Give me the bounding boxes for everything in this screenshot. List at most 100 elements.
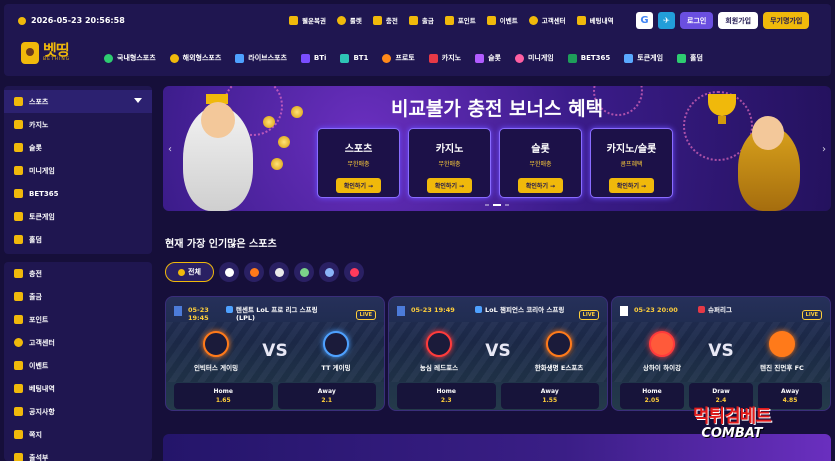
signup-button[interactable]: 회원가입: [718, 12, 759, 29]
sidebar-item-attendance[interactable]: 출석부: [4, 446, 152, 461]
top-link-roulette[interactable]: 룰렛: [336, 15, 362, 25]
sidebar-item-sports[interactable]: 스포츠: [4, 90, 152, 113]
cat-token-game[interactable]: 토큰게임: [624, 53, 663, 63]
odds-row: Home 1.65 Away 2.1: [174, 383, 376, 409]
filter-soccer[interactable]: [219, 262, 239, 282]
points-icon: [14, 315, 23, 324]
coin-icon: [278, 136, 290, 148]
sport-filter-bar: 전체: [165, 262, 364, 282]
filter-hockey[interactable]: [319, 262, 339, 282]
top-link-withdraw[interactable]: 출금: [408, 15, 434, 25]
sidebar-item-token-game[interactable]: 토큰게임: [4, 205, 152, 228]
league-name: 텐센트 LoL 프로 리그 스프링 (LPL): [236, 306, 318, 323]
promo-confirm-button[interactable]: 확인하기 →: [608, 178, 655, 193]
promo-banner[interactable]: 비교불가 충전 보너스 혜택 스포츠 무한매충 확인하기 → 카지노 무한매충 …: [163, 86, 831, 211]
odds-button-away[interactable]: Away 2.1: [277, 383, 376, 409]
odds-button-home[interactable]: Home 1.65: [174, 383, 273, 409]
team-logo-icon: [323, 331, 349, 357]
promo-card-slot[interactable]: 슬롯 무한매충 확인하기 →: [499, 128, 582, 198]
odds-button-home[interactable]: Home 2.3: [397, 383, 496, 409]
pagination-dot[interactable]: [485, 204, 489, 206]
sidebar-account: 충전 출금 포인트 고객센터 이벤트 베팅내역 공지사항 쪽지 출석부: [4, 262, 152, 461]
cat-minigame[interactable]: 미니게임: [514, 53, 554, 63]
banner-pagination: [163, 204, 831, 206]
sidebar-item-bet-history[interactable]: 베팅내역: [4, 377, 152, 400]
megaphone-icon: [14, 407, 23, 416]
auth-area: G ✈ 로그인 회원가입 무기명가입: [636, 12, 810, 29]
top-link-points[interactable]: 포인트: [444, 15, 476, 25]
section-title: 현재 가장 인기많은 스포츠: [165, 239, 277, 250]
cat-bt1[interactable]: BT1: [340, 53, 368, 63]
cat-slot[interactable]: 슬롯: [475, 53, 501, 63]
soccer-ball-icon: [224, 267, 234, 277]
sidebar-item-bet365[interactable]: BET365: [4, 182, 152, 205]
sports-icon: [14, 97, 23, 106]
cat-proto[interactable]: 프로토: [382, 53, 415, 63]
gamepad-icon: [514, 53, 524, 63]
china-flag-icon: [698, 306, 705, 313]
live-badge: LIVE: [801, 310, 822, 320]
sidebar-item-holdem[interactable]: 홀덤: [4, 228, 152, 251]
sidebar-item-slot[interactable]: 슬롯: [4, 136, 152, 159]
promo-confirm-button[interactable]: 확인하기 →: [426, 178, 473, 193]
logo-mascot-icon: [21, 42, 39, 64]
filter-esports[interactable]: [344, 262, 364, 282]
calendar-icon: [14, 453, 23, 461]
sidebar-item-minigame[interactable]: 미니게임: [4, 159, 152, 182]
promo-card-casino-slot[interactable]: 카지노/슬롯 콤프혜택 확인하기 →: [590, 128, 673, 198]
gamepad-icon: [14, 166, 23, 175]
bet365-icon: [14, 189, 23, 198]
promo-confirm-button[interactable]: 확인하기 →: [517, 178, 564, 193]
sidebar-item-points[interactable]: 포인트: [4, 308, 152, 331]
pagination-dot[interactable]: [505, 204, 509, 206]
filter-baseball[interactable]: [269, 262, 289, 282]
all-icon: [178, 268, 186, 276]
sidebar-item-support[interactable]: 고객센터: [4, 331, 152, 354]
sidebar-item-withdraw[interactable]: 출금: [4, 285, 152, 308]
anonymous-signup-button[interactable]: 무기명가입: [763, 12, 810, 29]
promo-card-sports[interactable]: 스포츠 무한매충 확인하기 →: [317, 128, 400, 198]
match-card[interactable]: 05-23 19:45 텐센트 LoL 프로 리그 스프링 (LPL) LIVE…: [165, 296, 385, 411]
pagination-dot-active[interactable]: [493, 204, 501, 206]
headset-icon: [528, 15, 538, 25]
promo-card-casino[interactable]: 카지노 무한매충 확인하기 →: [408, 128, 491, 198]
sidebar-item-messages[interactable]: 쪽지: [4, 423, 152, 446]
cat-holdem[interactable]: 홀덤: [677, 53, 703, 63]
cat-bet365[interactable]: BET365: [567, 53, 610, 63]
promo-confirm-button[interactable]: 확인하기 →: [335, 178, 382, 193]
roulette-icon: [336, 15, 346, 25]
top-link-events[interactable]: 이벤트: [486, 15, 518, 25]
cat-domestic-sports[interactable]: 국내형스포츠: [104, 53, 156, 63]
sidebar-item-events[interactable]: 이벤트: [4, 354, 152, 377]
points-icon: [444, 15, 454, 25]
cat-casino[interactable]: 카지노: [428, 53, 461, 63]
site-logo[interactable]: 벳띵 BETHING: [21, 42, 70, 64]
away-team: 한화생명 E스포츠: [524, 331, 594, 372]
filter-all-button[interactable]: 전체: [165, 262, 214, 282]
away-team: TT 게이밍: [301, 331, 371, 372]
sidebar-item-notice[interactable]: 공지사항: [4, 400, 152, 423]
filter-volleyball[interactable]: [294, 262, 314, 282]
match-card[interactable]: 05-23 20:00 슈퍼리그 LIVE 상하이 하이강 VS 텐진 진먼후 …: [611, 296, 831, 411]
google-login-button[interactable]: G: [636, 12, 653, 29]
banner-prev-arrow[interactable]: ‹: [168, 144, 172, 155]
away-team: 텐진 진먼후 FC: [747, 331, 817, 372]
sidebar-item-casino[interactable]: 카지노: [4, 113, 152, 136]
odds-button-away[interactable]: Away 1.55: [500, 383, 599, 409]
top-link-lottery[interactable]: 웰운복권: [289, 15, 326, 25]
banner-next-arrow[interactable]: ›: [822, 144, 826, 155]
filter-basketball[interactable]: [244, 262, 264, 282]
top-link-bet-history[interactable]: 베팅내역: [576, 15, 614, 25]
sidebar-item-deposit[interactable]: 충전: [4, 262, 152, 285]
cat-live-sports[interactable]: 라이브스포츠: [235, 53, 287, 63]
top-link-support[interactable]: 고객센터: [528, 15, 566, 25]
cat-foreign-sports[interactable]: 해외형스포츠: [169, 53, 221, 63]
top-link-deposit[interactable]: 충전: [372, 15, 398, 25]
odds-button-home[interactable]: Home 2.05: [620, 383, 684, 409]
login-button[interactable]: 로그인: [680, 12, 714, 29]
gift-icon: [486, 15, 496, 25]
bet365-icon: [567, 53, 577, 63]
match-card[interactable]: 05-23 19:49 LoL 챔피언스 코리아 스프링 LIVE 농심 레드포…: [388, 296, 608, 411]
telegram-button[interactable]: ✈: [658, 12, 675, 29]
cat-bti[interactable]: BTi: [300, 53, 326, 63]
